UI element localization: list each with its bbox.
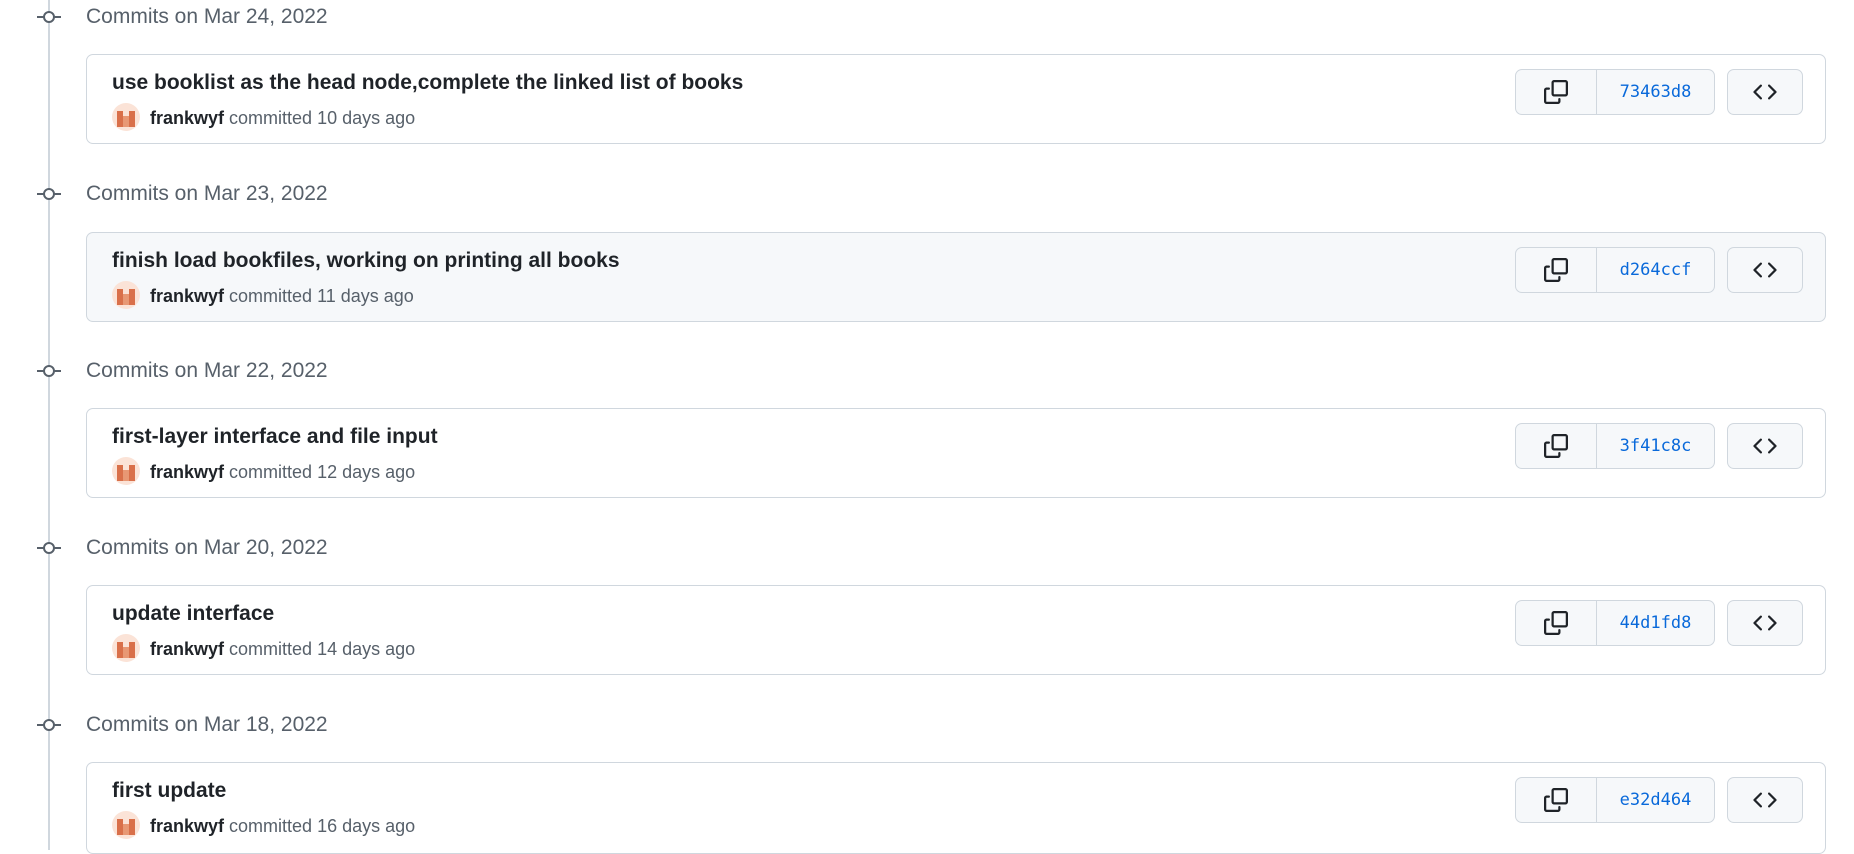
commit-sha-link[interactable]: e32d464 (1597, 778, 1714, 822)
git-commit-icon (37, 539, 61, 557)
git-commit-icon (37, 716, 61, 734)
commit-meta: frankwyf committed 10 days ago (112, 103, 416, 132)
commit-sha-link[interactable]: 44d1fd8 (1597, 601, 1714, 645)
git-commit-icon (37, 8, 61, 26)
relative-time: 10 days ago (317, 108, 416, 128)
browse-repo-button[interactable] (1727, 423, 1803, 469)
commit-row: use booklist as the head node,complete t… (86, 54, 1826, 144)
code-icon (1753, 615, 1777, 631)
commit-group-date: Commits on Mar 18, 2022 (86, 713, 328, 736)
sha-button-group: 73463d8 (1515, 69, 1715, 115)
copy-icon (1544, 434, 1568, 458)
author-link[interactable]: frankwyf (150, 286, 224, 306)
git-commit-icon (37, 362, 61, 380)
code-icon (1753, 84, 1777, 100)
copy-sha-button[interactable] (1516, 248, 1597, 292)
commit-meta: frankwyf committed 14 days ago (112, 634, 416, 663)
code-icon (1753, 792, 1777, 808)
sha-button-group: 44d1fd8 (1515, 600, 1715, 646)
commit-row: finish load bookfiles, working on printi… (86, 232, 1826, 322)
identicon-avatar[interactable] (112, 281, 140, 310)
committed-label: committed (229, 462, 313, 482)
copy-sha-button[interactable] (1516, 601, 1597, 645)
commit-row: first update frankwyf committed 16 days ag… (86, 762, 1826, 854)
relative-time: 12 days ago (317, 462, 416, 482)
author-link[interactable]: frankwyf (150, 462, 224, 482)
copy-sha-button[interactable] (1516, 424, 1597, 468)
commit-sha-link[interactable]: d264ccf (1597, 248, 1714, 292)
commit-group-header: Commits on Mar 18, 2022 (0, 708, 1854, 742)
identicon-avatar[interactable] (112, 634, 140, 663)
commit-message-link[interactable]: finish load bookfiles, working on printi… (112, 248, 620, 274)
copy-sha-button[interactable] (1516, 778, 1597, 822)
copy-icon (1544, 258, 1568, 282)
committed-label: committed (229, 286, 313, 306)
copy-icon (1544, 80, 1568, 104)
committed-label: committed (229, 108, 313, 128)
relative-time: 11 days ago (317, 286, 414, 306)
commit-group-date: Commits on Mar 20, 2022 (86, 536, 328, 559)
author-link[interactable]: frankwyf (150, 816, 224, 836)
copy-sha-button[interactable] (1516, 70, 1597, 114)
author-link[interactable]: frankwyf (150, 108, 224, 128)
commit-meta: frankwyf committed 12 days ago (112, 457, 416, 486)
copy-icon (1544, 788, 1568, 812)
sha-button-group: d264ccf (1515, 247, 1715, 293)
commit-group-date: Commits on Mar 22, 2022 (86, 359, 328, 382)
browse-repo-button[interactable] (1727, 69, 1803, 115)
committed-label: committed (229, 639, 313, 659)
commit-row: first-layer interface and file input fra… (86, 408, 1826, 498)
code-icon (1753, 262, 1777, 278)
browse-repo-button[interactable] (1727, 777, 1803, 823)
code-icon (1753, 438, 1777, 454)
committed-label: committed (229, 816, 313, 836)
relative-time: 16 days ago (317, 816, 416, 836)
commit-message-link[interactable]: first-layer interface and file input (112, 424, 438, 450)
identicon-avatar[interactable] (112, 811, 140, 840)
commit-sha-link[interactable]: 73463d8 (1597, 70, 1714, 114)
sha-button-group: e32d464 (1515, 777, 1715, 823)
commit-group-header: Commits on Mar 24, 2022 (0, 0, 1854, 34)
commit-sha-link[interactable]: 3f41c8c (1597, 424, 1714, 468)
relative-time: 14 days ago (317, 639, 416, 659)
commit-message-link[interactable]: first update (112, 778, 226, 804)
commit-meta: frankwyf committed 16 days ago (112, 811, 416, 840)
commit-meta: frankwyf committed 11 days ago (112, 281, 414, 310)
commit-row: update interface frankwyf committed 14 day… (86, 585, 1826, 675)
identicon-avatar[interactable] (112, 103, 140, 132)
commit-group-header: Commits on Mar 22, 2022 (0, 354, 1854, 388)
commit-message-link[interactable]: use booklist as the head node,complete t… (112, 70, 743, 96)
commit-message-link[interactable]: update interface (112, 601, 274, 627)
copy-icon (1544, 611, 1568, 635)
commit-group-header: Commits on Mar 23, 2022 (0, 177, 1854, 211)
git-commit-icon (37, 185, 61, 203)
browse-repo-button[interactable] (1727, 600, 1803, 646)
sha-button-group: 3f41c8c (1515, 423, 1715, 469)
identicon-avatar[interactable] (112, 457, 140, 486)
browse-repo-button[interactable] (1727, 247, 1803, 293)
commit-group-date: Commits on Mar 23, 2022 (86, 182, 328, 205)
commit-group-header: Commits on Mar 20, 2022 (0, 531, 1854, 565)
commit-group-date: Commits on Mar 24, 2022 (86, 5, 328, 28)
author-link[interactable]: frankwyf (150, 639, 224, 659)
